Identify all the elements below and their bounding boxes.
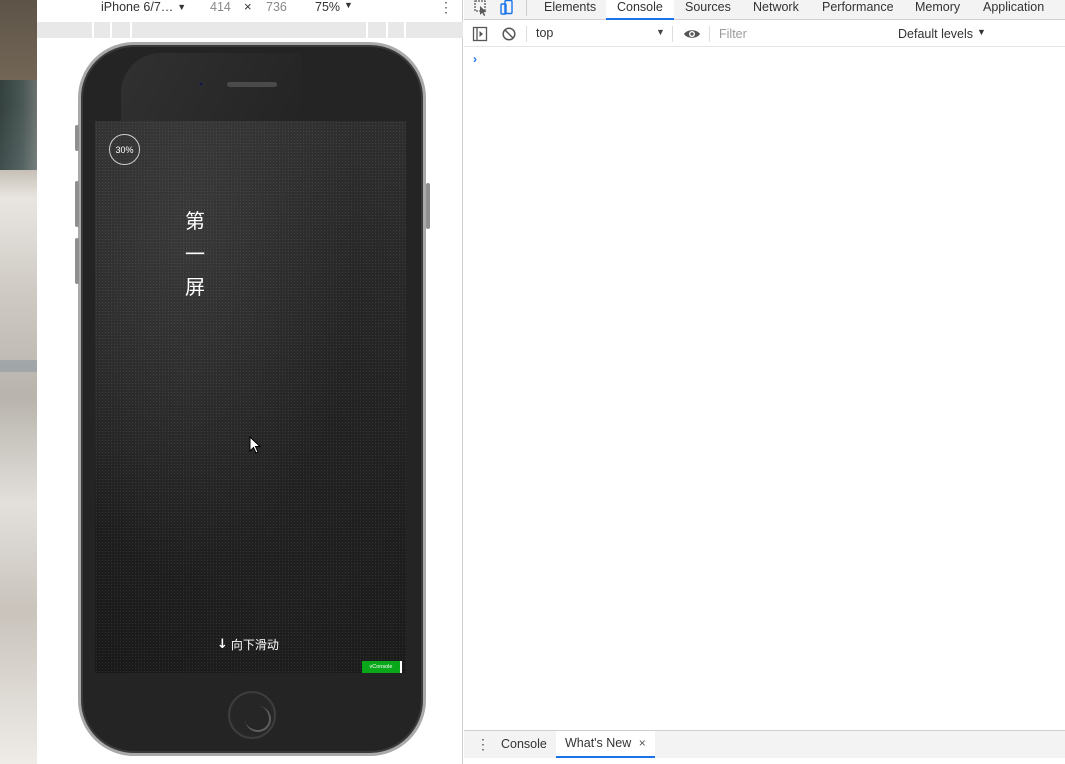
device-toolbar-icon[interactable]: [499, 0, 515, 16]
drawer-more-icon[interactable]: ⋮: [476, 736, 490, 753]
tab-memory[interactable]: Memory: [915, 0, 960, 20]
log-levels-select[interactable]: Default levels ▼: [898, 27, 986, 41]
devtools-tab-bar: Elements Console Sources Network Perform…: [464, 0, 1065, 20]
filter-input[interactable]: [719, 25, 879, 43]
media-query-bar[interactable]: [37, 22, 93, 38]
media-query-bar[interactable]: [387, 22, 404, 38]
media-query-bar[interactable]: [405, 22, 463, 38]
live-expression-eye-icon[interactable]: [683, 26, 701, 42]
media-query-bars: [37, 22, 463, 38]
viewport-height-input[interactable]: 736: [266, 0, 287, 14]
console-toolbar: top ▼ Default levels ▼: [464, 21, 1065, 47]
vconsole-button[interactable]: vConsole: [362, 661, 402, 673]
log-levels-label: Default levels: [898, 27, 974, 41]
viewport-width-input[interactable]: 414: [210, 0, 231, 14]
clear-console-icon[interactable]: [501, 26, 517, 42]
background-photo-strip: [0, 0, 37, 764]
device-select[interactable]: iPhone 6/7… ▼: [101, 0, 186, 14]
inspect-element-icon[interactable]: [473, 0, 489, 16]
tab-performance[interactable]: Performance: [822, 0, 894, 20]
home-button: [228, 691, 276, 739]
zoom-select-label: 75%: [315, 0, 341, 14]
more-options-icon[interactable]: ⋮: [439, 0, 453, 16]
title-char: 第: [185, 209, 205, 233]
swipe-down-hint: ↓ 向下滑动: [217, 636, 279, 653]
earpiece-speaker: [227, 82, 277, 87]
emulation-toolbar: iPhone 6/7… ▼ 414 × 736 75% ▼ ⋮: [37, 0, 463, 18]
dropdown-arrow-icon[interactable]: ▼: [656, 27, 665, 37]
iphone-frame: 30% 第 一 屏 ↓ 向下滑动 vConsole: [75, 42, 430, 756]
phone-gloss: [121, 53, 301, 123]
tab-sources[interactable]: Sources: [685, 0, 731, 20]
volume-down-button: [75, 238, 79, 284]
dropdown-arrow-icon: ▼: [177, 2, 187, 12]
title-char: 屏: [185, 275, 205, 299]
title-char: 一: [185, 242, 205, 266]
tab-network[interactable]: Network: [753, 0, 799, 20]
swipe-down-label: 向下滑动: [230, 638, 279, 652]
media-query-bar[interactable]: [94, 22, 111, 38]
zoom-select[interactable]: 75% ▼: [315, 0, 353, 14]
media-query-bar[interactable]: [112, 22, 131, 38]
drawer-tab-whats-new[interactable]: What's New ×: [556, 731, 655, 758]
drawer-tab-label: What's New: [565, 736, 632, 750]
toolbar-divider: [526, 26, 527, 42]
dimension-separator: ×: [244, 0, 252, 14]
tab-application[interactable]: Application: [983, 0, 1044, 20]
toolbar-divider: [709, 26, 710, 42]
power-button: [426, 183, 430, 229]
down-arrow-icon: ↓: [217, 637, 228, 652]
tab-elements[interactable]: Elements: [544, 0, 596, 20]
mouse-cursor-icon: [249, 436, 262, 454]
tab-console[interactable]: Console: [606, 0, 674, 20]
devtools-drawer: ⋮ Console What's New ×: [464, 730, 1065, 758]
loading-progress-badge: 30%: [109, 134, 140, 165]
close-icon[interactable]: ×: [639, 736, 646, 750]
console-prompt-icon[interactable]: ›: [473, 52, 477, 66]
show-sidebar-icon[interactable]: [472, 26, 488, 42]
toolbar-divider: [672, 26, 673, 42]
media-query-bar[interactable]: [367, 22, 386, 38]
page-title-vertical: 第 一 屏: [183, 205, 207, 304]
media-query-bar[interactable]: [132, 22, 366, 38]
dropdown-arrow-icon: ▼: [977, 27, 986, 37]
dropdown-arrow-icon: ▼: [344, 0, 353, 10]
front-camera: [198, 81, 204, 87]
phone-screen[interactable]: 30% 第 一 屏 ↓ 向下滑动 vConsole: [95, 121, 406, 673]
toolbar-divider: [526, 0, 527, 16]
volume-up-button: [75, 181, 79, 227]
screen-root: iPhone 6/7… ▼ 414 × 736 75% ▼ ⋮ 30% 第 一 …: [0, 0, 1065, 764]
context-select[interactable]: top: [536, 26, 553, 40]
mute-switch: [75, 125, 79, 151]
device-select-label: iPhone 6/7…: [101, 0, 174, 14]
devtools-panel: Elements Console Sources Network Perform…: [464, 0, 1065, 764]
device-emulation-pane: iPhone 6/7… ▼ 414 × 736 75% ▼ ⋮ 30% 第 一 …: [37, 0, 463, 764]
drawer-tab-console[interactable]: Console: [501, 737, 547, 751]
